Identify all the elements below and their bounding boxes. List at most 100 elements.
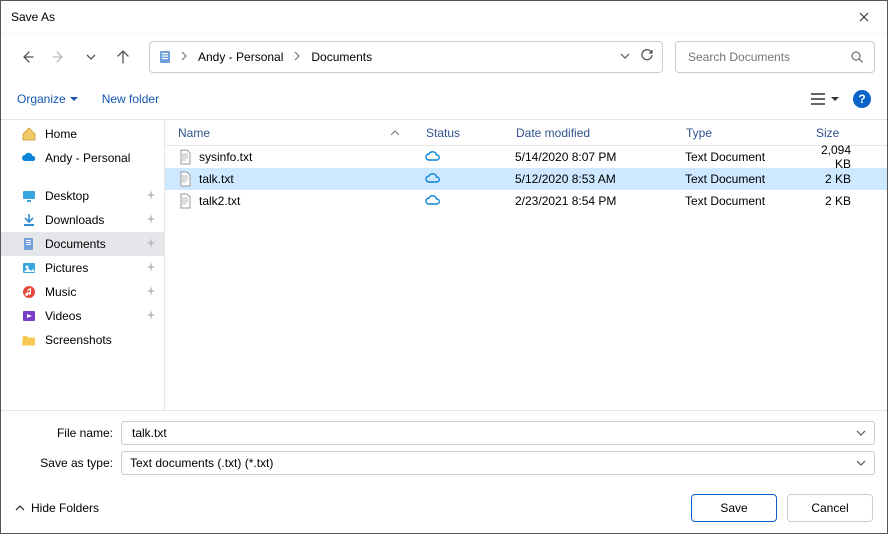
caret-down-icon — [70, 95, 78, 103]
file-size: 2 KB — [805, 172, 887, 186]
forward-button[interactable] — [45, 43, 73, 71]
sidebar-item-onedrive[interactable]: Andy - Personal — [1, 146, 164, 170]
pictures-icon — [21, 260, 37, 276]
cancel-button[interactable]: Cancel — [787, 494, 873, 522]
hide-folders-toggle[interactable]: Hide Folders — [15, 501, 99, 515]
sidebar-item-downloads[interactable]: Downloads — [1, 208, 164, 232]
desktop-icon — [21, 188, 37, 204]
savetype-field[interactable]: Text documents (.txt) (*.txt) — [121, 451, 875, 475]
sidebar-item-label: Videos — [45, 309, 81, 323]
chevron-down-icon[interactable] — [856, 458, 866, 468]
arrow-left-icon — [20, 50, 34, 64]
filename-field[interactable] — [121, 421, 875, 445]
sidebar-item-videos[interactable]: Videos — [1, 304, 164, 328]
chevron-right-icon[interactable] — [291, 50, 303, 64]
file-row[interactable]: talk2.txt2/23/2021 8:54 PMText Document2… — [165, 190, 887, 212]
list-view-icon — [811, 93, 825, 105]
column-name[interactable]: Name — [165, 120, 415, 145]
videos-icon — [21, 308, 37, 324]
nav-bar: Andy - Personal Documents — [1, 33, 887, 79]
caret-down-icon — [831, 95, 839, 103]
file-name: talk2.txt — [199, 194, 240, 208]
file-size: 2,094 KB — [805, 143, 887, 171]
pin-icon — [146, 213, 156, 227]
column-headers: Name Status Date modified Type Size — [165, 120, 887, 146]
home-icon — [21, 126, 37, 142]
pin-icon — [146, 285, 156, 299]
toolbar: Organize New folder ? — [1, 79, 887, 119]
close-icon — [859, 12, 869, 22]
footer: Hide Folders Save Cancel — [1, 483, 887, 533]
file-type: Text Document — [675, 150, 805, 164]
recent-dropdown[interactable] — [77, 43, 105, 71]
cloud-icon — [21, 150, 37, 166]
view-menu[interactable] — [811, 93, 839, 105]
savetype-value: Text documents (.txt) (*.txt) — [130, 456, 856, 470]
file-name: talk.txt — [199, 172, 234, 186]
organize-label: Organize — [17, 92, 66, 106]
column-status[interactable]: Status — [415, 120, 505, 145]
column-date[interactable]: Date modified — [505, 120, 675, 145]
address-bar[interactable]: Andy - Personal Documents — [149, 41, 663, 73]
new-folder-button[interactable]: New folder — [102, 92, 159, 106]
breadcrumb-current[interactable]: Documents — [307, 48, 376, 66]
filename-input[interactable] — [130, 425, 856, 441]
search-input[interactable] — [686, 49, 850, 65]
close-button[interactable] — [841, 1, 887, 33]
address-dropdown[interactable] — [620, 50, 630, 64]
file-type: Text Document — [675, 172, 805, 186]
sidebar-item-documents[interactable]: Documents — [1, 232, 164, 256]
file-row[interactable]: talk.txt 5/12/2020 8:53 AMText Document2 … — [165, 168, 887, 190]
file-name: sysinfo.txt — [199, 150, 252, 164]
file-status — [415, 149, 505, 166]
sidebar-item-label: Home — [45, 127, 77, 141]
save-button[interactable]: Save — [691, 494, 777, 522]
music-icon — [21, 284, 37, 300]
search-box[interactable] — [675, 41, 875, 73]
column-type[interactable]: Type — [675, 120, 805, 145]
pin-icon — [146, 237, 156, 251]
refresh-button[interactable] — [640, 48, 654, 65]
column-size[interactable]: Size — [805, 120, 887, 145]
sidebar-item-screenshots[interactable]: Screenshots — [1, 328, 164, 352]
folder-location-icon — [158, 49, 174, 65]
file-type: Text Document — [675, 194, 805, 208]
filename-label: File name: — [13, 426, 121, 440]
sidebar-item-pictures[interactable]: Pictures — [1, 256, 164, 280]
chevron-up-icon — [15, 503, 25, 513]
file-list-pane: Name Status Date modified Type Size sysi… — [165, 120, 887, 410]
up-button[interactable] — [109, 43, 137, 71]
sort-asc-icon — [391, 129, 399, 137]
pin-icon — [146, 189, 156, 203]
back-button[interactable] — [13, 43, 41, 71]
file-icon — [177, 193, 193, 209]
sidebar-item-desktop[interactable]: Desktop — [1, 184, 164, 208]
sidebar-item-label: Pictures — [45, 261, 88, 275]
file-date: 5/14/2020 8:07 PM — [505, 150, 675, 164]
chevron-down-icon[interactable] — [856, 428, 866, 438]
file-rows: sysinfo.txt5/14/2020 8:07 PMText Documen… — [165, 146, 887, 410]
file-date: 5/12/2020 8:53 AM — [505, 172, 675, 186]
chevron-down-icon — [86, 52, 96, 62]
folder-icon — [21, 332, 37, 348]
sidebar-item-music[interactable]: Music — [1, 280, 164, 304]
sidebar-item-label: Andy - Personal — [45, 151, 130, 165]
file-icon — [177, 171, 193, 187]
pin-icon — [146, 261, 156, 275]
chevron-right-icon[interactable] — [178, 50, 190, 64]
sidebar-item-home[interactable]: Home — [1, 122, 164, 146]
help-button[interactable]: ? — [853, 90, 871, 108]
breadcrumb-root[interactable]: Andy - Personal — [194, 48, 287, 66]
file-status — [415, 193, 505, 210]
arrow-right-icon — [52, 50, 66, 64]
chevron-down-icon — [620, 51, 630, 61]
content-area: Home Andy - Personal Desktop Downloads D… — [1, 119, 887, 411]
sidebar-item-label: Screenshots — [45, 333, 112, 347]
title-bar: Save As — [1, 1, 887, 33]
file-status — [415, 171, 505, 188]
organize-menu[interactable]: Organize — [17, 92, 78, 106]
search-icon — [850, 50, 864, 64]
documents-icon — [21, 236, 37, 252]
file-row[interactable]: sysinfo.txt 5/14/2020 8:07 PMText Documen… — [165, 146, 887, 168]
sidebar-item-label: Music — [45, 285, 76, 299]
